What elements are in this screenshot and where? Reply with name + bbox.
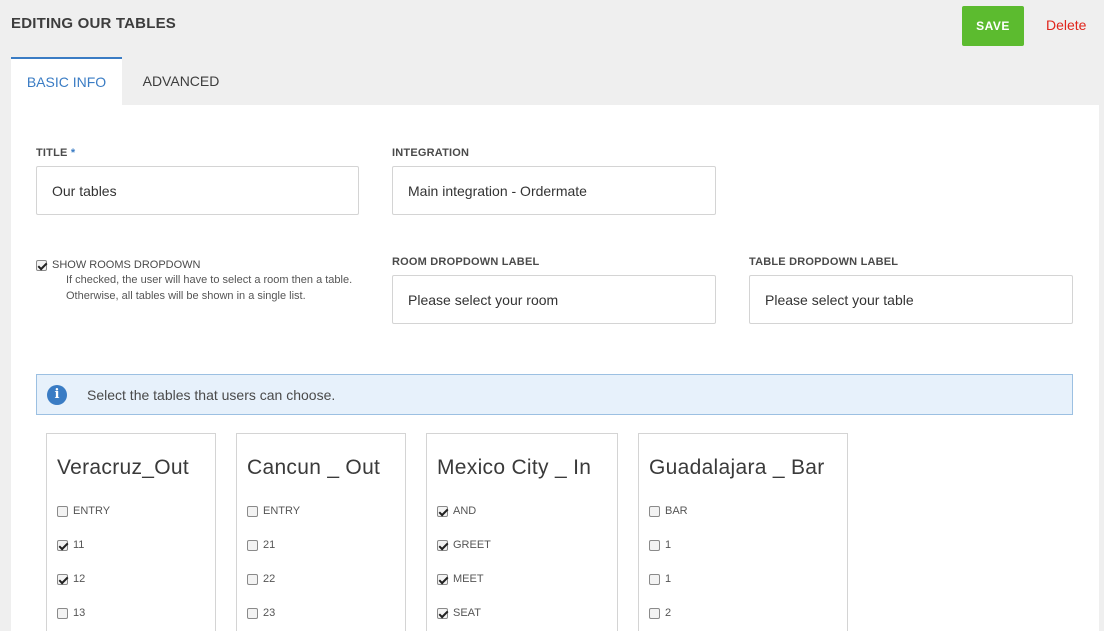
info-bar: i Select the tables that users can choos… bbox=[36, 374, 1073, 415]
required-marker: * bbox=[70, 147, 76, 159]
tab-basic-info[interactable]: BASIC INFO bbox=[11, 57, 122, 105]
table-checkbox[interactable] bbox=[649, 539, 660, 551]
table-dropdown-label: TABLE DROPDOWN LABEL bbox=[749, 256, 899, 268]
room-card-cancun: Cancun _ Out ENTRY 21 22 23 bbox=[236, 433, 406, 631]
table-item[interactable]: BAR bbox=[649, 494, 837, 528]
table-checkbox[interactable] bbox=[57, 573, 68, 585]
table-checkbox[interactable] bbox=[437, 607, 448, 619]
room-card-veracruz: Veracruz_Out ENTRY 11 12 13 bbox=[46, 433, 216, 631]
table-item[interactable]: ENTRY bbox=[247, 494, 395, 528]
table-item[interactable]: 2 bbox=[649, 596, 837, 630]
room-title: Guadalajara _ Bar bbox=[649, 456, 825, 479]
show-rooms-option: SHOW ROOMS DROPDOWN If checked, the user… bbox=[36, 259, 366, 304]
show-rooms-checkbox-row[interactable]: SHOW ROOMS DROPDOWN bbox=[36, 259, 366, 271]
info-text: Select the tables that users can choose. bbox=[87, 386, 336, 403]
table-item[interactable]: AND bbox=[437, 494, 607, 528]
table-item[interactable]: 1 bbox=[649, 528, 837, 562]
info-icon: i bbox=[47, 384, 67, 405]
tab-advanced[interactable]: ADVANCED bbox=[122, 57, 240, 105]
table-checkbox[interactable] bbox=[437, 573, 448, 585]
room-title: Cancun _ Out bbox=[247, 456, 381, 479]
room-title: Mexico City _ In bbox=[437, 456, 592, 479]
room-dropdown-label: ROOM DROPDOWN LABEL bbox=[392, 256, 540, 268]
table-checkbox[interactable] bbox=[247, 573, 258, 585]
table-checkbox[interactable] bbox=[247, 539, 258, 551]
show-rooms-label: SHOW ROOMS DROPDOWN bbox=[52, 259, 201, 271]
title-input[interactable] bbox=[36, 166, 359, 215]
table-item[interactable]: 1 bbox=[649, 562, 837, 596]
show-rooms-help: If checked, the user will have to select… bbox=[66, 274, 353, 302]
table-item[interactable]: SEAT bbox=[437, 596, 607, 630]
integration-input[interactable] bbox=[392, 166, 716, 215]
table-checkbox[interactable] bbox=[247, 607, 258, 619]
delete-link[interactable]: Delete bbox=[1046, 17, 1086, 33]
table-checkbox[interactable] bbox=[247, 505, 258, 517]
title-label: TITLE * bbox=[36, 147, 76, 159]
table-checkbox[interactable] bbox=[57, 607, 68, 619]
room-card-mexico-city: Mexico City _ In AND GREET MEET SEAT bbox=[426, 433, 618, 631]
table-item[interactable]: 23 bbox=[247, 596, 395, 630]
integration-label: INTEGRATION bbox=[392, 147, 470, 159]
table-dropdown-input[interactable] bbox=[749, 275, 1073, 324]
table-checkbox[interactable] bbox=[649, 505, 660, 517]
table-item[interactable]: GREET bbox=[437, 528, 607, 562]
table-item[interactable]: MEET bbox=[437, 562, 607, 596]
table-checkbox[interactable] bbox=[437, 539, 448, 551]
table-item[interactable]: 11 bbox=[57, 528, 205, 562]
save-button[interactable]: SAVE bbox=[962, 6, 1024, 46]
table-checkbox[interactable] bbox=[57, 505, 68, 517]
table-item[interactable]: 22 bbox=[247, 562, 395, 596]
table-checkbox[interactable] bbox=[649, 607, 660, 619]
show-rooms-checkbox[interactable] bbox=[36, 259, 47, 271]
page-title: EDITING OUR TABLES bbox=[11, 15, 176, 32]
table-checkbox[interactable] bbox=[649, 573, 660, 585]
table-checkbox[interactable] bbox=[437, 505, 448, 517]
room-title: Veracruz_Out bbox=[57, 456, 189, 479]
table-checkbox[interactable] bbox=[57, 539, 68, 551]
table-item[interactable]: 12 bbox=[57, 562, 205, 596]
table-item[interactable]: ENTRY bbox=[57, 494, 205, 528]
room-card-guadalajara: Guadalajara _ Bar BAR 1 1 2 bbox=[638, 433, 848, 631]
table-item[interactable]: 21 bbox=[247, 528, 395, 562]
room-dropdown-input[interactable] bbox=[392, 275, 716, 324]
table-item[interactable]: 13 bbox=[57, 596, 205, 630]
